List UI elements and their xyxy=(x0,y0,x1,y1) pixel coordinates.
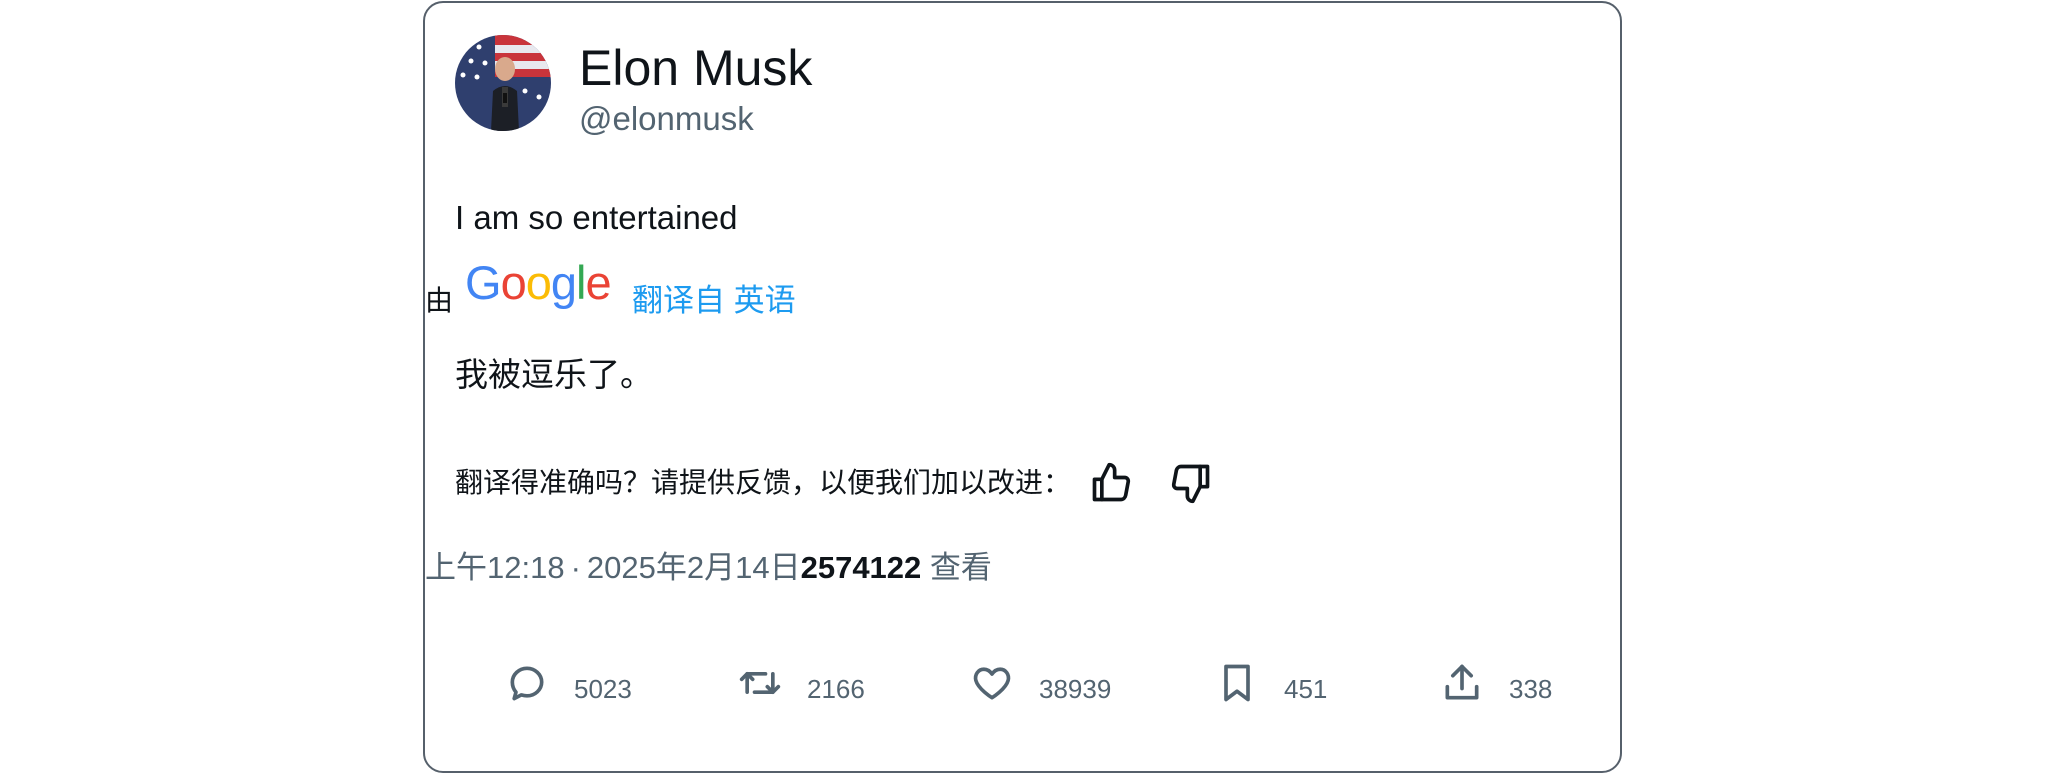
reply-count: 5023 xyxy=(574,673,632,704)
share-count: 338 xyxy=(1509,673,1553,704)
author-handle[interactable]: @elonmusk xyxy=(579,99,754,139)
tweet-time[interactable]: 上午12:18 xyxy=(425,550,565,585)
translated-by-label: 由 xyxy=(425,285,454,316)
bookmark-icon xyxy=(1224,664,1250,702)
tweet-text: I am so entertained xyxy=(455,199,738,236)
thumbs-down-icon[interactable] xyxy=(1167,459,1215,507)
like-count: 38939 xyxy=(1039,673,1112,704)
retweet-icon xyxy=(739,672,781,694)
meta-separator: · xyxy=(570,550,581,585)
tweet-meta: 上午12:18 · 2025年2月14日2574122 查看 xyxy=(425,548,992,588)
thumbs-up-icon[interactable] xyxy=(1087,459,1135,507)
bookmark-count: 451 xyxy=(1284,673,1328,704)
translated-text: 我被逗乐了。 xyxy=(455,356,653,393)
reply-button[interactable]: 5023 xyxy=(505,653,632,713)
author-name[interactable]: Elon Musk xyxy=(579,37,812,99)
translated-from-link[interactable]: 翻译自 英语 xyxy=(632,281,796,321)
tweet-date[interactable]: 2025年2月14日 xyxy=(587,550,801,585)
share-button[interactable]: 338 xyxy=(1440,653,1552,713)
like-button[interactable]: 38939 xyxy=(970,653,1111,713)
reply-icon xyxy=(510,666,544,701)
share-icon xyxy=(1445,664,1479,700)
retweet-count: 2166 xyxy=(807,673,865,704)
bookmark-button[interactable]: 451 xyxy=(1215,653,1327,713)
google-logo: Google xyxy=(465,256,612,309)
heart-icon xyxy=(973,667,1011,700)
avatar[interactable] xyxy=(455,35,551,131)
views-count: 2574122 xyxy=(800,550,922,585)
tweet-card: Elon Musk @elonmusk I am so entertained … xyxy=(423,1,1622,773)
translation-feedback: 翻译得准确吗？请提供反馈，以便我们加以改进： xyxy=(455,460,1215,506)
retweet-button[interactable]: 2166 xyxy=(738,653,865,713)
views-label: 查看 xyxy=(921,550,992,585)
action-bar: 5023 2166 38939 451 338 xyxy=(425,653,1620,713)
feedback-prompt: 翻译得准确吗？请提供反馈，以便我们加以改进： xyxy=(455,467,1072,498)
